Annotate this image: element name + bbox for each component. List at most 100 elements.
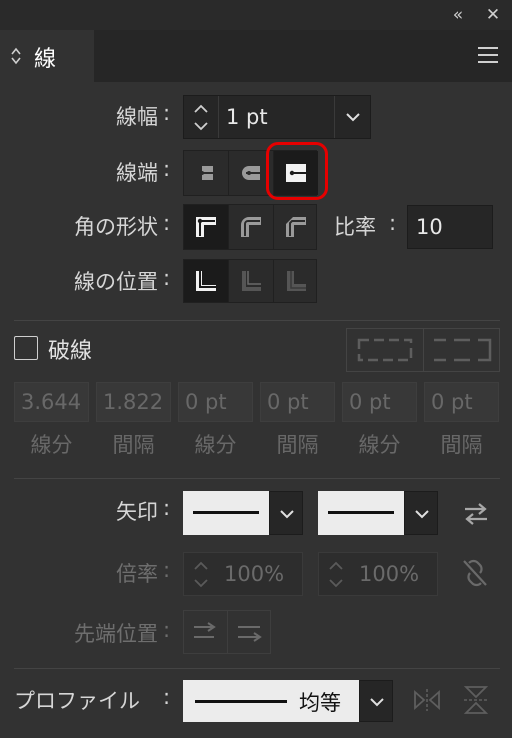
tip-position-label: 先端位置 bbox=[74, 622, 158, 646]
chevron-down-icon[interactable] bbox=[404, 491, 438, 535]
dash-corner-icon bbox=[434, 338, 492, 362]
colon: : bbox=[163, 685, 171, 709]
miter-limit-field[interactable]: 10 bbox=[407, 205, 493, 249]
stroke-weight-dropdown[interactable] bbox=[334, 96, 371, 138]
miter-join-icon bbox=[196, 217, 216, 237]
end-arrowhead-preview bbox=[318, 491, 404, 535]
step-up-icon bbox=[194, 104, 208, 113]
bevel-join-button[interactable] bbox=[273, 205, 318, 249]
align-inside-button[interactable] bbox=[228, 260, 273, 302]
dashed-label: 破線 bbox=[48, 339, 93, 364]
start-scale-value[interactable]: 100% bbox=[224, 562, 284, 586]
panel-menu-icon[interactable] bbox=[478, 47, 498, 65]
panel-title-bar: « ✕ bbox=[0, 0, 512, 30]
tip-extend-icon bbox=[194, 622, 216, 638]
dashed-checkbox[interactable] bbox=[14, 336, 38, 360]
colon: : bbox=[163, 496, 171, 520]
profile-value: 均等 bbox=[299, 691, 341, 715]
link-scale-icon[interactable] bbox=[460, 557, 490, 589]
end-arrowhead-dropdown[interactable] bbox=[318, 491, 438, 535]
chevron-down-icon[interactable] bbox=[359, 680, 393, 722]
stepper-icon[interactable] bbox=[184, 553, 218, 595]
tab-stroke[interactable]: 線 bbox=[0, 30, 94, 82]
align-center-icon bbox=[196, 271, 216, 291]
dash-2-label: 線分 bbox=[194, 433, 237, 457]
profile-preview: 均等 bbox=[183, 680, 359, 722]
scale-label: 倍率 bbox=[116, 562, 158, 586]
gap-3-label: 間隔 bbox=[440, 433, 483, 457]
colon: : bbox=[163, 558, 171, 582]
dash-2-field[interactable]: 0 pt bbox=[178, 382, 253, 422]
miter-limit-value[interactable]: 10 bbox=[416, 215, 443, 239]
round-join-button[interactable] bbox=[228, 205, 273, 249]
start-scale-field: 100% bbox=[183, 552, 303, 596]
stroke-weight-stepper[interactable] bbox=[184, 96, 219, 138]
step-down-icon bbox=[194, 122, 208, 131]
colon: : bbox=[163, 157, 171, 181]
chevron-down-icon bbox=[346, 113, 360, 122]
gap-1-field[interactable]: 1.822 bbox=[96, 382, 171, 422]
profile-dropdown[interactable]: 均等 bbox=[183, 680, 393, 722]
tip-extend-button[interactable] bbox=[184, 611, 228, 653]
dash-3-label: 線分 bbox=[358, 433, 401, 457]
divider bbox=[14, 668, 500, 669]
panel-tab-row: 線 bbox=[0, 30, 512, 82]
stroke-weight-field: 1 pt bbox=[183, 95, 371, 139]
gap-2-field[interactable]: 0 pt bbox=[260, 382, 335, 422]
round-cap-icon bbox=[242, 166, 260, 180]
close-panel-icon[interactable]: ✕ bbox=[482, 4, 504, 26]
round-join-icon bbox=[241, 217, 261, 237]
chevron-down-icon[interactable] bbox=[269, 491, 303, 535]
align-outside-icon bbox=[287, 271, 306, 291]
gap-3-field[interactable]: 0 pt bbox=[424, 382, 499, 422]
align-segmented-control bbox=[183, 259, 317, 303]
miter-join-button[interactable] bbox=[184, 205, 228, 249]
tab-title: 線 bbox=[34, 47, 57, 72]
align-outside-button[interactable] bbox=[273, 260, 318, 302]
end-scale-value[interactable]: 100% bbox=[359, 562, 419, 586]
start-arrowhead-preview bbox=[183, 491, 269, 535]
colon: : bbox=[163, 211, 171, 235]
colon: : bbox=[163, 101, 171, 125]
dash-mode-control bbox=[346, 328, 500, 372]
tip-place-button[interactable] bbox=[228, 611, 271, 653]
colon: : bbox=[389, 211, 397, 235]
highlight-box bbox=[266, 142, 328, 200]
flip-vertical-icon[interactable] bbox=[461, 684, 491, 716]
align-label: 線の位置 bbox=[74, 270, 158, 294]
tip-place-icon bbox=[238, 626, 262, 642]
tip-position-control bbox=[183, 610, 271, 654]
dash-corner-button[interactable] bbox=[424, 329, 500, 371]
dash-1-label: 線分 bbox=[30, 433, 73, 457]
caps-label: 線端 bbox=[116, 161, 158, 185]
arrowheads-label: 矢印 bbox=[116, 500, 158, 524]
dash-exact-button[interactable] bbox=[347, 329, 424, 371]
dash-exact-icon bbox=[357, 338, 413, 362]
butt-cap-icon bbox=[197, 166, 215, 180]
stroke-weight-input[interactable]: 1 pt bbox=[226, 105, 268, 129]
divider bbox=[14, 478, 500, 479]
corners-label: 角の形状 bbox=[74, 215, 158, 239]
colon: : bbox=[163, 618, 171, 642]
gap-1-label: 間隔 bbox=[112, 433, 155, 457]
butt-cap-button[interactable] bbox=[184, 151, 228, 195]
profile-label: プロファイル bbox=[14, 689, 140, 713]
divider bbox=[14, 320, 500, 321]
collapse-panel-icon[interactable]: « bbox=[447, 4, 469, 26]
align-center-button[interactable] bbox=[184, 260, 228, 302]
dash-3-field[interactable]: 0 pt bbox=[342, 382, 417, 422]
start-arrowhead-dropdown[interactable] bbox=[183, 491, 303, 535]
dash-1-field[interactable]: 3.644 bbox=[14, 382, 89, 422]
stroke-weight-label: 線幅 bbox=[116, 105, 158, 129]
gap-2-label: 間隔 bbox=[276, 433, 319, 457]
bevel-join-icon bbox=[286, 217, 306, 237]
stepper-icon[interactable] bbox=[319, 553, 353, 595]
corner-segmented-control bbox=[183, 204, 317, 250]
end-scale-field: 100% bbox=[318, 552, 438, 596]
colon: : bbox=[163, 266, 171, 290]
align-inside-icon bbox=[242, 271, 261, 291]
expand-collapse-icon[interactable] bbox=[10, 46, 22, 66]
flip-horizontal-icon[interactable] bbox=[412, 686, 442, 714]
swap-arrows-icon[interactable] bbox=[461, 500, 491, 528]
miter-limit-label: 比率 bbox=[334, 215, 376, 239]
